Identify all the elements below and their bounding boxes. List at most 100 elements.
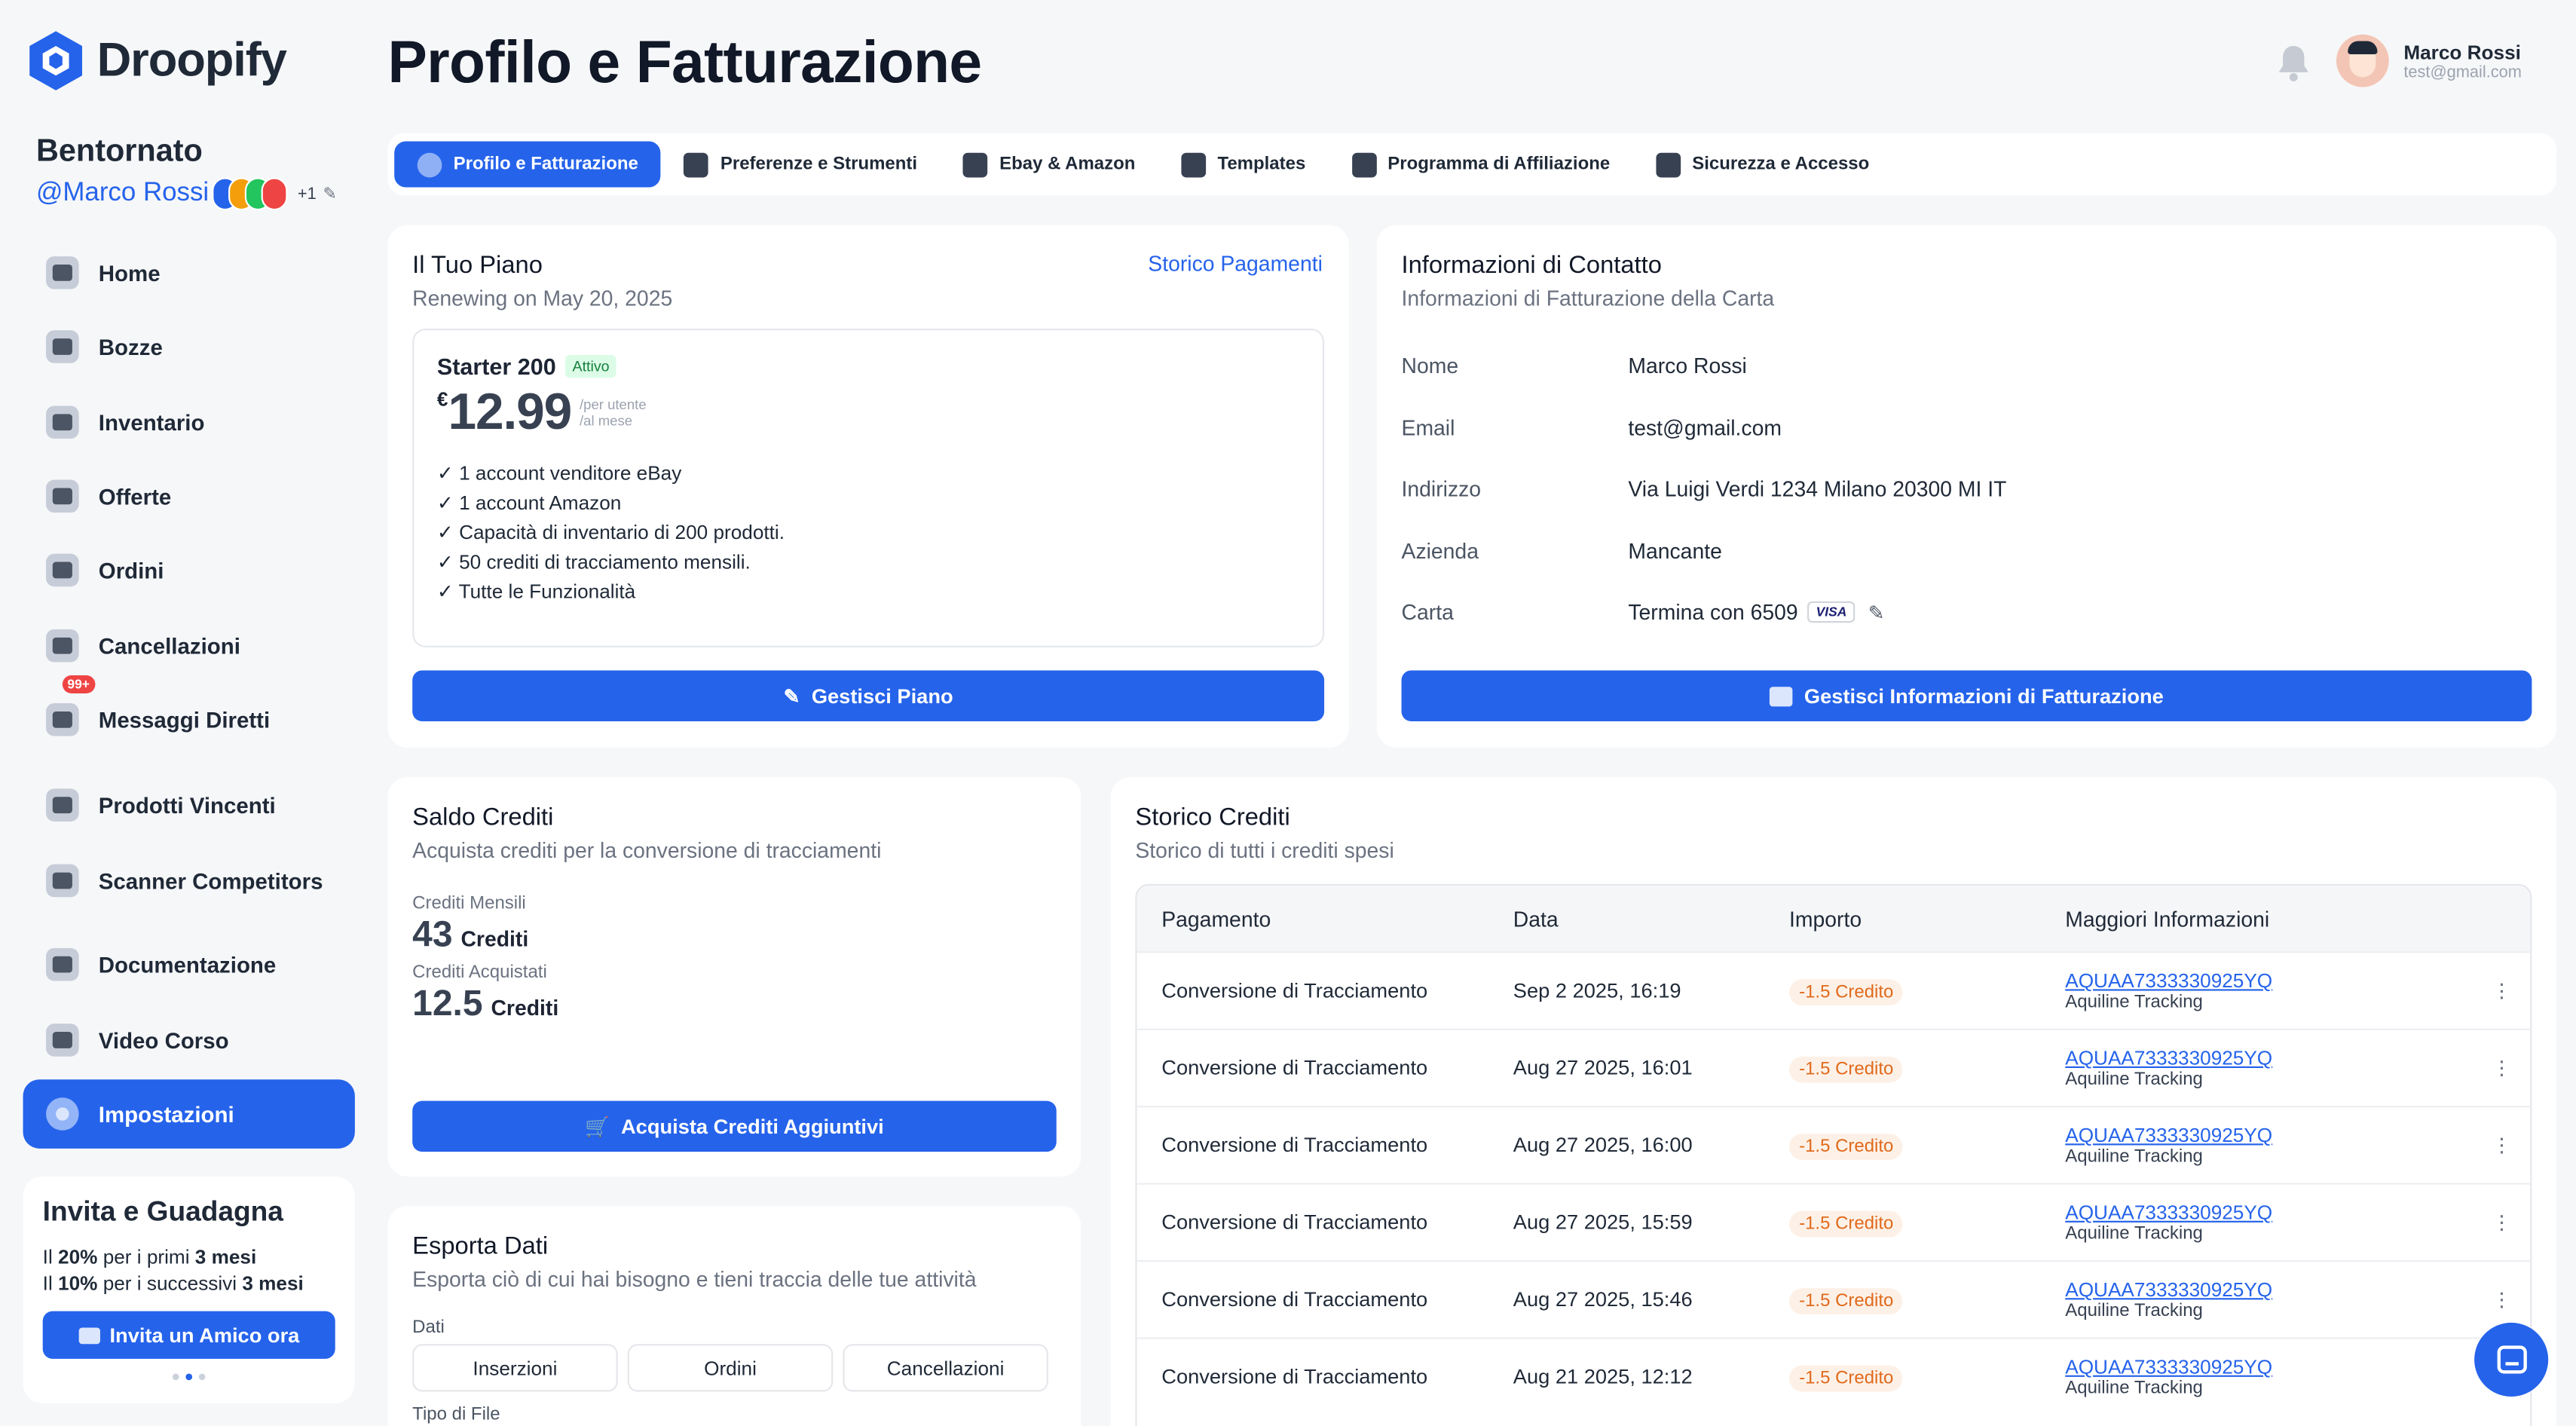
export-option-cancellazioni[interactable]: Cancellazioni: [843, 1344, 1048, 1392]
credits-card: Saldo Crediti Acquista crediti per la co…: [387, 777, 1081, 1177]
bought-credits: 12.5 Crediti: [412, 983, 1057, 1026]
plan-feature: ✓ 50 crediti di tracciamento mensili.: [436, 550, 751, 574]
tracking-link[interactable]: AQUAA7333330925YQ: [2065, 969, 2530, 993]
droopify-logo-icon: [29, 31, 82, 90]
sidebar-item-label: Impostazioni: [98, 1101, 234, 1127]
sidebar-item-cancellazioni[interactable]: Cancellazioni: [23, 611, 355, 681]
sidebar-item-bozze[interactable]: Bozze: [23, 312, 355, 381]
user-menu[interactable]: Marco Rossi test@gmail.com: [2336, 34, 2522, 87]
tab-programma-di-affiliazione[interactable]: Programma di Affiliazione: [1329, 141, 1633, 187]
contact-row-email: Email test@gmail.com: [1402, 396, 2532, 458]
image-icon: [1181, 151, 1207, 177]
contact-card-subtitle: Informazioni di Fatturazione della Carta: [1401, 286, 1775, 311]
tab-preferenze-e-strumenti[interactable]: Preferenze e Strumenti: [661, 141, 940, 187]
export-option-ordini[interactable]: Ordini: [627, 1344, 834, 1392]
row-menu-icon[interactable]: ···: [2498, 971, 2505, 1007]
invite-button-label: Invita un Amico ora: [109, 1323, 300, 1347]
export-card: Esporta Dati Esporta ciò di cui hai biso…: [387, 1206, 1081, 1426]
edit-card-icon[interactable]: ✎: [1868, 601, 1885, 624]
row-menu-icon[interactable]: ···: [2498, 1203, 2505, 1239]
manage-plan-label: Gestisci Piano: [811, 684, 953, 708]
check-icon: ✓: [436, 461, 460, 485]
tracking-link[interactable]: AQUAA7333330925YQ: [2065, 1201, 2530, 1225]
bought-credits-unit: Crediti: [491, 996, 559, 1021]
edit-pencil-icon[interactable]: ✎: [323, 185, 337, 203]
sidebar-item-inventario[interactable]: Inventario: [23, 387, 355, 457]
info-cell: AQUAA7333330925YQ Aquiline Tracking: [2065, 1278, 2530, 1321]
credits-card-title: Saldo Crediti: [412, 803, 554, 832]
sidebar-item-impostazioni[interactable]: Impostazioni: [23, 1079, 355, 1149]
price-currency: €: [436, 387, 448, 411]
payment-history-link[interactable]: Storico Pagamenti: [1148, 252, 1323, 277]
brand-logo[interactable]: Droopify: [28, 29, 287, 92]
tracking-link[interactable]: AQUAA7333330925YQ: [2065, 1278, 2530, 1302]
contact-value: Via Luigi Verdi 1234 Milano 20300 MI IT: [1628, 476, 2007, 502]
tab-label: Templates: [1217, 154, 1306, 175]
tracking-link[interactable]: AQUAA7333330925YQ: [2065, 1047, 2530, 1070]
unread-badge: 99+: [62, 675, 95, 693]
sidebar-item-label: Inventario: [98, 409, 205, 435]
tab-label: Sicurezza e Accesso: [1692, 154, 1870, 175]
sidebar-item-label: Ordini: [98, 558, 164, 583]
mail-icon: [78, 1327, 100, 1344]
carrier-name: Aquiline Tracking: [2065, 1070, 2203, 1090]
contact-label: Carta: [1401, 600, 1454, 625]
status-badge: Attivo: [565, 354, 616, 378]
row-menu-icon[interactable]: ···: [2498, 1048, 2505, 1085]
sidebar-item-messaggi-diretti[interactable]: 99+ Messaggi Diretti: [23, 675, 355, 754]
row-menu-icon[interactable]: ···: [2498, 1125, 2505, 1161]
price-per-month: /al mese: [580, 412, 633, 429]
table-row: Conversione di Tracciamento Aug 27 2025, …: [1137, 1028, 2531, 1106]
document-icon: [46, 947, 79, 981]
plan-price: 12.99: [448, 382, 572, 441]
tab-label: Programma di Affiliazione: [1387, 154, 1611, 175]
sidebar-item-scanner-competitors[interactable]: Scanner Competitors: [23, 846, 355, 916]
carrier-name: Aquiline Tracking: [2065, 992, 2203, 1012]
visa-icon: VISA: [1807, 601, 1856, 623]
amount-pill: -1.5 Credito: [1789, 1365, 1904, 1392]
date-cell: Aug 21 2025, 12:12: [1513, 1365, 1693, 1389]
sidebar-item-ordini[interactable]: Ordini: [23, 536, 355, 605]
plan-feature: ✓ 1 account venditore eBay: [436, 461, 682, 485]
brand-name: Droopify: [96, 33, 287, 87]
sidebar-item-offerte[interactable]: Offerte: [23, 462, 355, 531]
user-handle[interactable]: @Marco Rossi +1 ✎: [36, 177, 337, 211]
tracking-link[interactable]: AQUAA7333330925YQ: [2065, 1356, 2530, 1379]
contact-value: Mancante: [1628, 538, 1722, 564]
tab-label: Ebay & Amazon: [999, 154, 1136, 175]
contact-card: Informazioni di Contatto Informazioni di…: [1376, 225, 2557, 748]
payment-cell: Conversione di Tracciamento: [1161, 1134, 1428, 1157]
export-option-inserzioni[interactable]: Inserzioni: [412, 1344, 618, 1392]
sidebar-item-prodotti-vincenti[interactable]: Prodotti Vincenti: [23, 770, 355, 840]
bell-icon[interactable]: [2275, 43, 2311, 82]
tracking-link[interactable]: AQUAA7333330925YQ: [2065, 1124, 2530, 1147]
sidebar-item-home[interactable]: Home: [23, 238, 355, 308]
drafts-icon: [46, 330, 79, 363]
check-icon: ✓: [436, 491, 460, 515]
buy-credits-label: Acquista Crediti Aggiuntivi: [621, 1115, 884, 1138]
tools-icon: [684, 151, 709, 177]
price-per-user: /per utente: [580, 396, 647, 413]
invite-friend-button[interactable]: Invita un Amico ora: [42, 1311, 335, 1359]
date-cell: Sep 2 2025, 16:19: [1513, 979, 1681, 1002]
export-data-label: Dati: [412, 1317, 445, 1338]
credit-history-subtitle: Storico di tutti i crediti spesi: [1135, 837, 1394, 863]
manage-billing-button[interactable]: Gestisci Informazioni di Fatturazione: [1401, 670, 2532, 722]
sidebar-item-documentazione[interactable]: Documentazione: [23, 930, 355, 999]
info-cell: AQUAA7333330925YQ Aquiline Tracking: [2065, 1047, 2530, 1090]
rocket-icon: [46, 788, 79, 822]
tab-ebay-amazon[interactable]: Ebay & Amazon: [941, 141, 1158, 187]
row-menu-icon[interactable]: ···: [2498, 1280, 2505, 1316]
sidebar-item-video-corso[interactable]: Video Corso: [23, 1005, 355, 1075]
plan-name: Starter 200: [436, 353, 556, 380]
user-add-icon: [963, 151, 988, 177]
chat-button[interactable]: [2474, 1322, 2549, 1397]
buy-credits-button[interactable]: 🛒 Acquista Crediti Aggiuntivi: [412, 1100, 1057, 1152]
briefcase-icon: [46, 405, 79, 439]
tab-sicurezza-e-accesso[interactable]: Sicurezza e Accesso: [1633, 141, 1892, 187]
manage-plan-button[interactable]: ✎ Gestisci Piano: [412, 670, 1325, 722]
tab-profilo-e-fatturazione[interactable]: Profilo e Fatturazione: [394, 141, 662, 188]
contact-value: test@gmail.com: [1628, 415, 1782, 440]
tab-templates[interactable]: Templates: [1158, 141, 1329, 187]
contact-label: Indirizzo: [1401, 476, 1482, 502]
